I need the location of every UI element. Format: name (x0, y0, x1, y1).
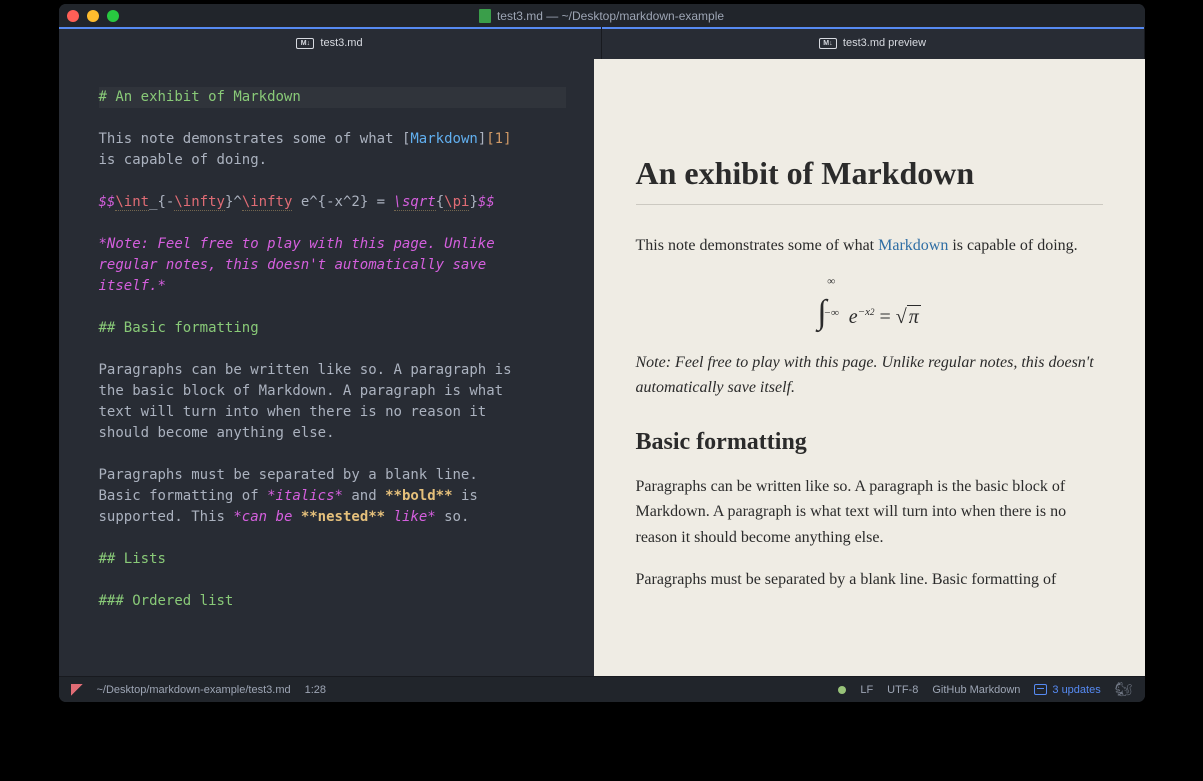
editor-heading: ### Ordered list (99, 593, 234, 609)
project-icon[interactable] (71, 684, 83, 696)
editor-heading: ## Lists (99, 551, 166, 567)
markdown-file-icon (479, 9, 491, 23)
tab-label: test3.md (320, 37, 362, 49)
preview-paragraph: This note demonstrates some of what Mark… (636, 233, 1103, 259)
markdown-preview[interactable]: An exhibit of Markdown This note demonst… (594, 59, 1145, 676)
window-title: test3.md — ~/Desktop/markdown-example (59, 9, 1145, 23)
status-encoding[interactable]: UTF-8 (887, 684, 918, 696)
status-cursor-position[interactable]: 1:28 (305, 684, 326, 696)
tab-bar: M↓ test3.md M↓ test3.md preview (59, 27, 1145, 59)
release-notes-icon[interactable]: 🐿 (1115, 681, 1133, 698)
editor-link-text: Markdown (410, 131, 477, 147)
maximize-window-button[interactable] (107, 10, 119, 22)
package-icon (1034, 684, 1047, 695)
editor-heading: # An exhibit of Markdown (99, 89, 301, 105)
editor-paragraph: Paragraphs can be written like so. A par… (99, 362, 512, 441)
markdown-badge-icon: M↓ (819, 38, 837, 49)
markdown-badge-icon: M↓ (296, 38, 314, 49)
preview-h2: Basic formatting (636, 429, 1103, 456)
preview-note: Note: Feel free to play with this page. … (636, 350, 1103, 401)
editor-heading: ## Basic formatting (99, 320, 259, 336)
status-bar: ~/Desktop/markdown-example/test3.md 1:28… (59, 676, 1145, 702)
editor-bold: **bold** (385, 488, 452, 504)
split-view: # An exhibit of Markdown This note demon… (59, 59, 1145, 676)
preview-paragraph: Paragraphs can be written like so. A par… (636, 474, 1103, 551)
preview-math: ∫∞−∞ e−x2 = √π (636, 275, 1103, 332)
tab-label: test3.md preview (843, 37, 926, 49)
editor-text: This note demonstrates some of what (99, 131, 402, 147)
editor-italic-note: *Note: Feel free to play with this page.… (99, 236, 495, 294)
status-grammar[interactable]: GitHub Markdown (932, 684, 1020, 696)
editor-window: test3.md — ~/Desktop/markdown-example M↓… (59, 4, 1145, 702)
git-status-icon[interactable] (838, 686, 846, 694)
tab-source[interactable]: M↓ test3.md (59, 27, 602, 59)
status-filepath[interactable]: ~/Desktop/markdown-example/test3.md (97, 684, 291, 696)
editor-link-ref: [1] (486, 131, 511, 147)
status-line-ending[interactable]: LF (860, 684, 873, 696)
preview-link[interactable]: Markdown (878, 237, 948, 254)
preview-h1: An exhibit of Markdown (636, 155, 1103, 205)
editor-italic: *italics* (267, 488, 343, 504)
source-editor[interactable]: # An exhibit of Markdown This note demon… (59, 59, 594, 676)
math-command: \int (115, 194, 149, 211)
tab-preview[interactable]: M↓ test3.md preview (602, 27, 1145, 59)
status-updates[interactable]: 3 updates (1034, 684, 1100, 696)
window-controls (67, 10, 119, 22)
preview-paragraph: Paragraphs must be separated by a blank … (636, 567, 1103, 593)
minimize-window-button[interactable] (87, 10, 99, 22)
math-delimiter: $$ (99, 194, 116, 210)
close-window-button[interactable] (67, 10, 79, 22)
window-title-text: test3.md — ~/Desktop/markdown-example (497, 9, 724, 23)
titlebar: test3.md — ~/Desktop/markdown-example (59, 4, 1145, 27)
